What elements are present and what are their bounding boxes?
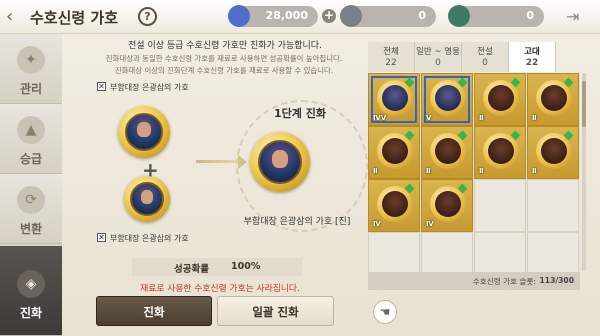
material-checkbox[interactable]: ✕ xyxy=(97,233,106,242)
evolve-level: Ⅱ xyxy=(373,167,378,175)
guardian-portrait-icon xyxy=(377,80,413,116)
tab-upgrade-label: 승급 xyxy=(19,152,43,166)
side-tabs: ✦ 관리 ▲ 승급 ⟳ 변환 ◈ 진화 xyxy=(0,34,62,336)
evolve-level: Ⅳ xyxy=(373,220,381,228)
evolve-level: V xyxy=(426,114,432,122)
currency-orb-value: 0 xyxy=(526,9,534,22)
wing-icon: ✦ xyxy=(17,46,45,74)
add-currency-button[interactable]: + xyxy=(322,9,336,23)
evolve-level: Ⅳ xyxy=(426,220,434,228)
tab-legend-label: 전설 xyxy=(477,47,493,57)
evolve-level: Ⅱ xyxy=(532,167,537,175)
inventory-slot[interactable]: Ⅳ xyxy=(368,179,420,232)
result-orb xyxy=(250,132,310,192)
currency-stone-value: 0 xyxy=(418,9,426,22)
evolve-description: 진화대상과 동일한 수호신령 가호를 재료로 사용하면 성공확률이 높아집니다.… xyxy=(74,53,374,77)
tab-upgrade[interactable]: ▲ 승급 xyxy=(0,104,62,174)
inventory-slot[interactable]: ⅣV xyxy=(368,73,420,126)
scrollbar-thumb[interactable] xyxy=(582,81,586,127)
auto-select-button[interactable]: ☚ xyxy=(373,300,397,324)
tab-ancient[interactable]: 고대 22 xyxy=(509,42,556,72)
inventory-scrollbar[interactable] xyxy=(582,73,586,271)
back-arrow-icon[interactable]: ‹ xyxy=(6,7,20,27)
grade-filter-tabs: 전체 22 일반 ~ 영웅 0 전설 0 고대 22 xyxy=(368,42,556,72)
tab-legend-count: 0 xyxy=(482,58,488,68)
material-label: 부함대장 은광삼의 가호 xyxy=(110,234,189,243)
gem-icon xyxy=(404,77,415,88)
tab-manage-label: 관리 xyxy=(19,82,43,96)
tab-ancient-count: 22 xyxy=(525,58,539,68)
target-checkbox[interactable]: ✕ xyxy=(97,82,106,91)
result-portrait xyxy=(258,140,302,184)
tab-evolve-label: 진화 xyxy=(19,306,43,320)
inventory-slot[interactable]: V xyxy=(421,73,473,126)
convert-icon: ⟳ xyxy=(17,186,45,214)
evolve-level: Ⅱ xyxy=(479,114,484,122)
slot-count-bar: 수호신령 가호 슬롯: 113/300 xyxy=(368,272,580,290)
tab-normal-hero[interactable]: 일반 ~ 영웅 0 xyxy=(415,42,462,72)
tab-normal-hero-count: 0 xyxy=(435,58,441,68)
evolve-level: Ⅱ xyxy=(532,114,537,122)
currency-gold-value: 28,000 xyxy=(265,9,308,22)
tab-all-count: 22 xyxy=(385,58,397,68)
material-portrait xyxy=(130,182,164,216)
tab-legend[interactable]: 전설 0 xyxy=(462,42,509,72)
help-button[interactable]: ? xyxy=(138,7,157,26)
target-label: 부함대장 은광삼의 가호 xyxy=(110,83,189,92)
upgrade-icon: ▲ xyxy=(17,116,45,144)
exit-icon[interactable]: ⇥ xyxy=(566,7,588,27)
tab-all[interactable]: 전체 22 xyxy=(368,42,415,72)
tab-ancient-label: 고대 xyxy=(524,47,540,57)
currency-gold: 28,000 xyxy=(228,5,318,27)
top-bar: ‹ 수호신령 가호 ? 28,000 + 0 0 ⇥ xyxy=(0,0,600,34)
target-portrait xyxy=(125,113,163,151)
tab-convert-label: 변환 xyxy=(19,222,43,236)
slot-count-label: 수호신령 가호 슬롯: xyxy=(472,277,536,286)
inventory-slot[interactable] xyxy=(527,179,579,232)
material-orb[interactable] xyxy=(124,176,170,222)
bulk-evolve-button[interactable]: 일괄 진화 xyxy=(217,296,334,326)
inventory-slot[interactable] xyxy=(474,179,526,232)
currency-stone: 0 xyxy=(340,5,436,27)
tab-evolve[interactable]: ◈ 진화 xyxy=(0,246,62,336)
warning-text: 재료로 사용한 수호신령 가호는 사라집니다. xyxy=(140,284,300,294)
evolve-button[interactable]: 진화 xyxy=(96,296,212,326)
evolve-level: Ⅱ xyxy=(479,167,484,175)
currency-orb: 0 xyxy=(448,5,544,27)
success-rate-label: 성공확률 xyxy=(174,264,209,275)
guardian-portrait-icon xyxy=(430,80,466,116)
success-rate-bar: 성공확률 100% xyxy=(132,258,302,276)
evolve-desc-line-1: 진화대상과 동일한 수호신령 가호를 재료로 사용하면 성공확률이 높아집니다. xyxy=(105,54,343,63)
inventory-slot[interactable]: Ⅱ xyxy=(368,126,420,179)
inventory-slot[interactable]: Ⅱ xyxy=(527,73,579,126)
hand-icon: ☚ xyxy=(379,305,391,319)
inventory-slot[interactable]: Ⅱ xyxy=(474,126,526,179)
stage-title: 1단계 진화 xyxy=(274,107,326,120)
slot-count-value: 113/300 xyxy=(539,276,574,285)
evolve-headline: 전설 이상 등급 수호신령 가호만 진화가 가능합니다. xyxy=(128,41,322,51)
tab-normal-hero-label: 일반 ~ 영웅 xyxy=(416,47,460,57)
inventory-grid: ⅣV V Ⅱ Ⅱ Ⅱ Ⅱ Ⅱ Ⅱ Ⅳ Ⅳ xyxy=(368,73,580,285)
inventory-slot[interactable]: Ⅱ xyxy=(474,73,526,126)
success-rate-value: 100% xyxy=(231,261,261,272)
result-name: 부함대장 은광삼의 가호 [진] xyxy=(243,217,351,227)
gem-icon xyxy=(457,77,468,88)
page-title: 수호신령 가호 xyxy=(30,9,119,27)
tab-convert[interactable]: ⟳ 변환 xyxy=(0,174,62,244)
evolve-icon: ◈ xyxy=(17,270,45,298)
stone-icon xyxy=(340,5,362,27)
ticket-icon xyxy=(228,5,250,27)
inventory-slot[interactable]: Ⅱ xyxy=(527,126,579,179)
guardian-evolve-screen: ‹ 수호신령 가호 ? 28,000 + 0 0 ⇥ ✦ 관리 ▲ 승급 ⟳ 변… xyxy=(0,0,600,336)
tab-all-label: 전체 xyxy=(383,47,399,57)
target-orb[interactable] xyxy=(118,106,170,158)
orb-icon xyxy=(448,5,470,27)
inventory-slot[interactable]: Ⅱ xyxy=(421,126,473,179)
evolve-level: ⅣV xyxy=(373,114,387,122)
evolve-level: Ⅱ xyxy=(426,167,431,175)
evolve-desc-line-2: 진화대상 이상의 진화단계 수호신령 가호를 재료로 사용할 수 있습니다. xyxy=(114,66,334,75)
inventory-slot[interactable]: Ⅳ xyxy=(421,179,473,232)
tab-manage[interactable]: ✦ 관리 xyxy=(0,34,62,104)
